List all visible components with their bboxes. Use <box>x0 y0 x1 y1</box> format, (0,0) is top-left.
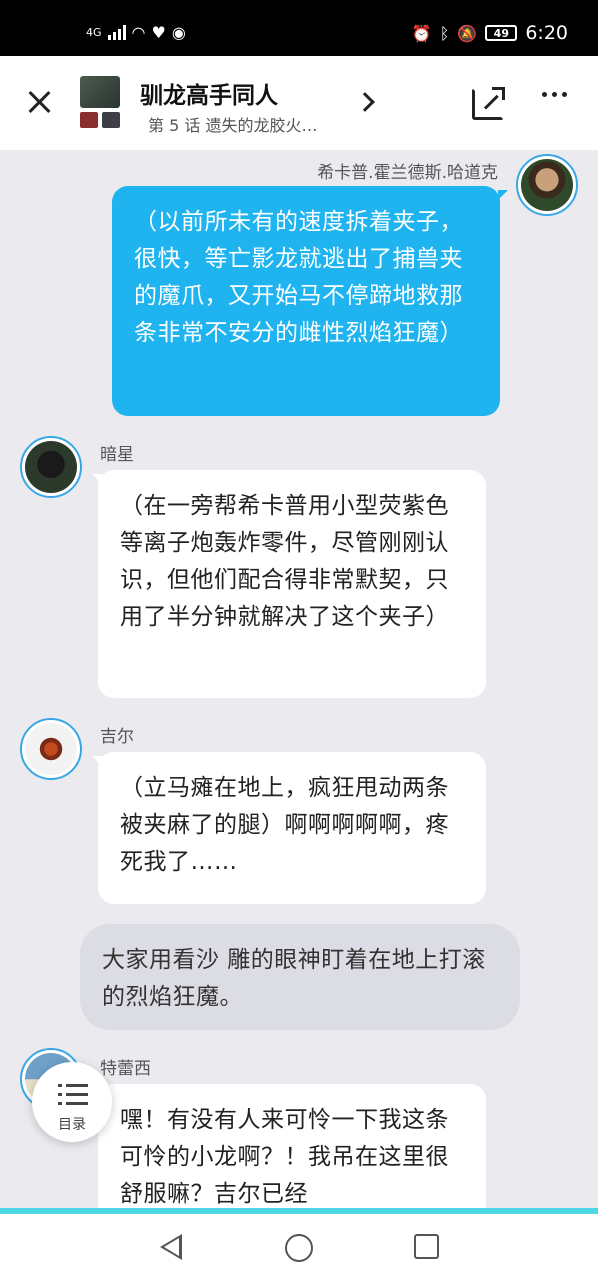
share-icon[interactable] <box>472 87 505 120</box>
more-icon[interactable] <box>542 92 567 97</box>
clock: 6:20 <box>525 22 568 44</box>
wifi-icon: ◠ <box>131 22 146 42</box>
reader-header: 驯龙高手同人 第 5 话 遗失的龙胶火… <box>0 56 598 150</box>
chat-area[interactable]: 希卡普.霍兰德斯.哈道克 （以前所未有的速度拆着夹子，很快，等亡影龙就逃出了捕兽… <box>0 150 598 1210</box>
story-title[interactable]: 驯龙高手同人 <box>140 76 278 110</box>
speaker-name: 希卡普.霍兰德斯.哈道克 <box>317 163 498 183</box>
chevron-right-icon[interactable] <box>356 90 376 114</box>
message-bubble: （立马瘫在地上，疯狂甩动两条被夹麻了的腿）啊啊啊啊啊，疼死我了…… <box>98 752 486 904</box>
story-cover[interactable] <box>80 76 120 128</box>
back-icon[interactable] <box>160 1234 182 1260</box>
signal-icon <box>107 24 126 40</box>
bluetooth-icon: ᛒ <box>439 23 450 43</box>
mute-icon: 🔕 <box>457 23 478 43</box>
network-type: 4G <box>86 25 102 39</box>
narration-bubble: 大家用看沙 雕的眼神盯着在地上打滚的烈焰狂魔。 <box>80 924 520 1030</box>
system-nav-bar <box>0 1214 598 1280</box>
wechat-icon: ◉ <box>171 22 186 42</box>
message-bubble: 嘿！有没有人来可怜一下我这条可怜的小龙啊？！我吊在这里很舒服嘛？吉尔已经 <box>98 1084 486 1210</box>
status-bar: 4G ◠ ♥ ◉ ⏰ ᛒ 🔕 49 6:20 <box>0 0 598 56</box>
avatar[interactable] <box>20 436 82 498</box>
home-icon[interactable] <box>285 1234 313 1262</box>
message-bubble: （以前所未有的速度拆着夹子，很快，等亡影龙就逃出了捕兽夹的魔爪，又开始马不停蹄地… <box>112 186 500 416</box>
alarm-icon: ⏰ <box>411 23 432 43</box>
battery-level: 49 <box>493 26 509 40</box>
speaker-name: 特蕾西 <box>100 1059 151 1079</box>
table-of-contents-button[interactable]: 目录 <box>32 1062 112 1142</box>
battery-icon: 49 <box>485 25 518 41</box>
speaker-name: 吉尔 <box>100 727 134 747</box>
chapter-title[interactable]: 第 5 话 遗失的龙胶火… <box>148 112 317 136</box>
close-icon[interactable] <box>24 86 56 118</box>
heart-rate-icon: ♥ <box>151 22 166 42</box>
avatar[interactable] <box>20 718 82 780</box>
toc-label: 目录 <box>58 1117 86 1133</box>
list-icon <box>58 1082 88 1108</box>
recents-icon[interactable] <box>414 1234 439 1259</box>
message-bubble: （在一旁帮希卡普用小型荧紫色等离子炮轰炸零件，尽管刚刚认识，但他们配合得非常默契… <box>98 470 486 698</box>
speaker-name: 暗星 <box>100 445 134 465</box>
avatar[interactable] <box>516 154 578 216</box>
